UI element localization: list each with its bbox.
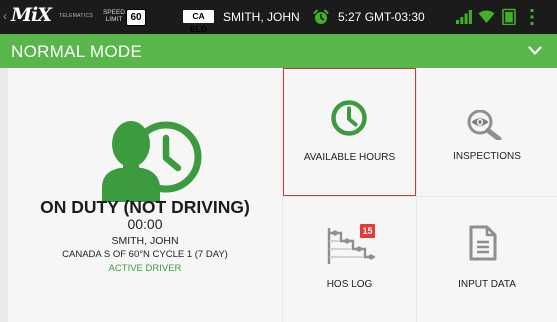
chevron-down-icon[interactable]: [528, 46, 542, 56]
duty-status: ON DUTY (NOT DRIVING): [40, 197, 250, 217]
inspections-label: INSPECTIONS: [453, 151, 521, 162]
mode-bar[interactable]: NORMAL MODE: [0, 34, 557, 68]
speed-limit-value: 60: [126, 9, 146, 26]
hos-log-badge: 15: [360, 224, 375, 238]
available-hours-label: AVAILABLE HOURS: [303, 152, 396, 163]
duty-timer: 00:00: [127, 216, 163, 232]
speed-limit-label: SPEED LIMIT: [102, 9, 126, 23]
eld-app-screen: ‹ MiX TELEMATICS SPEED LIMIT 60 CA ELD S…: [0, 0, 557, 322]
overflow-menu-icon[interactable]: [527, 8, 537, 26]
active-driver-label: ACTIVE DRIVER: [108, 263, 182, 274]
logo-subtitle: TELEMATICS: [59, 13, 94, 19]
wifi-icon: [478, 10, 495, 23]
available-hours-tile[interactable]: AVAILABLE HOURS: [283, 68, 416, 196]
input-data-tile[interactable]: INPUT DATA: [417, 197, 557, 322]
driver-status-panel: ON DUTY (NOT DRIVING) 00:00 SMITH, JOHN …: [8, 68, 282, 322]
status-driver-name: SMITH, JOHN: [223, 10, 300, 24]
hos-log-label: HOS LOG: [326, 279, 373, 290]
clock-icon: [331, 100, 367, 136]
alarm-clock-icon: [313, 9, 329, 24]
driver-on-duty-icon: [102, 121, 202, 202]
hos-log-tile[interactable]: 15 HOS LOG: [283, 197, 416, 322]
battery-icon: [502, 8, 516, 25]
document-icon: [469, 225, 497, 261]
status-time: 5:27 GMT-03:30: [338, 10, 425, 24]
status-bar: ‹ MiX TELEMATICS SPEED LIMIT 60 CA ELD S…: [0, 0, 557, 34]
mode-title: NORMAL MODE: [11, 42, 143, 61]
panel-driver-name: SMITH, JOHN: [111, 235, 179, 247]
inspection-magnifier-icon: [467, 110, 502, 140]
chevron-left-icon: ‹: [3, 9, 7, 23]
signal-strength-icon: [456, 10, 472, 24]
inspections-tile[interactable]: INSPECTIONS: [417, 68, 557, 196]
input-data-label: INPUT DATA: [458, 279, 516, 290]
eld-badge: CA ELD: [183, 10, 214, 34]
mix-logo: MiX: [11, 4, 52, 26]
hos-cycle: CANADA S OF 60°N CYCLE 1 (7 DAY): [62, 249, 228, 260]
